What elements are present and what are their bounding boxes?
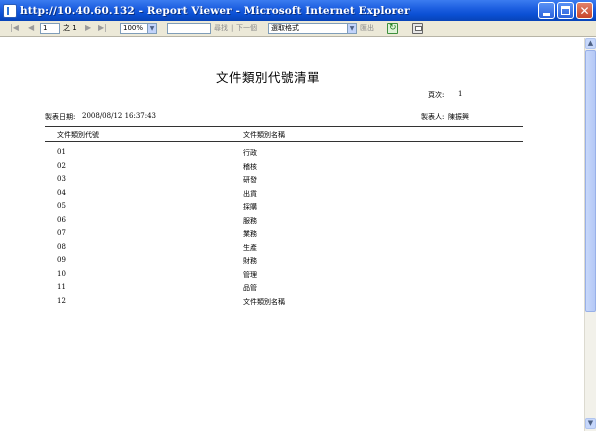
header-divider-bottom — [45, 141, 523, 142]
refresh-icon[interactable] — [387, 23, 398, 34]
row-code: 02 — [57, 162, 66, 170]
row-code: 10 — [57, 270, 66, 278]
row-name: 品管 — [243, 284, 257, 292]
row-code: 05 — [57, 202, 66, 210]
page-of-label: 之 1 — [63, 24, 77, 32]
vertical-scrollbar[interactable]: ▲ ▼ — [584, 38, 596, 431]
chevron-down-icon: ▼ — [147, 24, 156, 33]
row-code: 07 — [57, 229, 66, 237]
find-input[interactable] — [167, 23, 211, 34]
report-page: 文件類別代號清單 頁次: 1 製表日期: 2008/08/12 16:37:43… — [0, 38, 584, 431]
report-title: 文件類別代號清單 — [216, 70, 321, 85]
next-page-button[interactable]: ▶ — [85, 23, 91, 32]
row-code: 08 — [57, 243, 66, 251]
window-titlebar[interactable]: http://10.40.60.132 - Report Viewer - Mi… — [0, 0, 596, 21]
row-code: 03 — [57, 175, 66, 183]
prev-page-button[interactable]: ◀ — [28, 23, 34, 32]
page-number: 1 — [458, 90, 463, 98]
row-code: 11 — [57, 283, 66, 291]
close-button[interactable]: ✕ — [576, 2, 593, 19]
window-title: http://10.40.60.132 - Report Viewer - Mi… — [20, 4, 410, 17]
minimize-icon — [543, 12, 550, 16]
column-header-name: 文件類別名稱 — [243, 131, 285, 139]
scroll-down-button[interactable]: ▼ — [585, 418, 596, 429]
row-code: 01 — [57, 148, 66, 156]
row-name: 生產 — [243, 244, 257, 252]
scroll-thumb[interactable] — [585, 50, 596, 312]
page-label: 頁次: — [428, 91, 445, 99]
row-name: 業務 — [243, 230, 257, 238]
close-icon: ✕ — [579, 3, 590, 18]
export-format-value: 選取格式 — [271, 24, 299, 32]
maximize-icon — [561, 6, 570, 15]
maximize-button[interactable] — [557, 2, 574, 19]
row-code: 04 — [57, 189, 66, 197]
export-format-select[interactable]: 選取格式 ▼ — [268, 23, 357, 34]
export-button[interactable]: 匯出 — [360, 23, 374, 34]
row-name: 服務 — [243, 217, 257, 225]
row-name: 出貨 — [243, 190, 257, 198]
window-controls: ✕ — [538, 2, 593, 19]
creator-value: 陳振興 — [448, 113, 469, 121]
row-code: 09 — [57, 256, 66, 264]
row-name: 行政 — [243, 149, 257, 157]
row-code: 06 — [57, 216, 66, 224]
row-name: 採購 — [243, 203, 257, 211]
row-name: 文件類別名稱 — [243, 298, 285, 306]
row-name: 研發 — [243, 176, 257, 184]
row-name: 財務 — [243, 257, 257, 265]
page-number-input[interactable]: 1 — [40, 23, 60, 34]
ie-icon — [3, 3, 17, 18]
chevron-down-icon: ▼ — [347, 24, 356, 33]
toolbar-separator: | — [231, 24, 234, 32]
find-button[interactable]: 尋找 — [214, 23, 228, 34]
zoom-value: 100% — [123, 24, 144, 32]
row-name: 稽核 — [243, 163, 257, 171]
column-header-code: 文件類別代號 — [57, 131, 99, 139]
report-toolbar: |◀ ◀ 1 之 1 ▶ ▶| 100% ▼ 尋找 | 下一個 選取格式 ▼ 匯… — [0, 21, 596, 37]
minimize-button[interactable] — [538, 2, 555, 19]
last-page-button[interactable]: ▶| — [98, 23, 107, 32]
row-name: 管理 — [243, 271, 257, 279]
creator-label: 製表人: — [421, 113, 445, 121]
date-label: 製表日期: — [45, 113, 76, 121]
first-page-button[interactable]: |◀ — [10, 23, 19, 32]
header-divider-top — [45, 126, 523, 127]
zoom-select[interactable]: 100% ▼ — [120, 23, 157, 34]
print-icon[interactable] — [412, 23, 423, 34]
row-code: 12 — [57, 297, 66, 305]
date-value: 2008/08/12 16:37:43 — [82, 112, 157, 120]
scroll-up-button[interactable]: ▲ — [585, 38, 596, 49]
find-next-button[interactable]: 下一個 — [236, 23, 257, 34]
